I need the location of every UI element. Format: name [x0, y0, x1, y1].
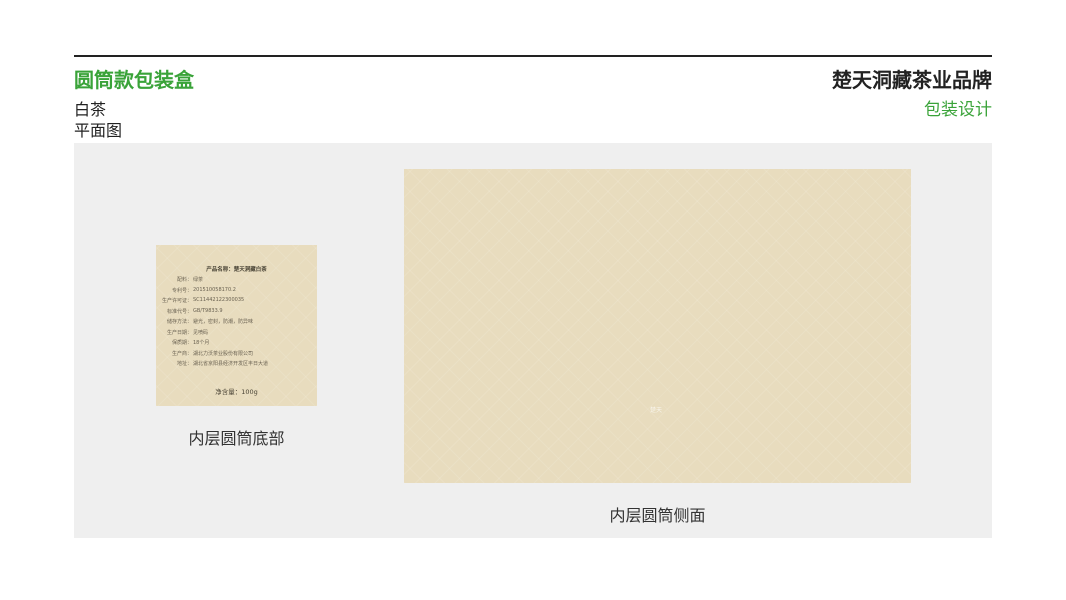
inner-tube-bottom-panel: 产品名称：楚天洞藏白茶 配料： 绿茶 专利号： 201510058170.2 生…: [156, 245, 317, 406]
spec-row: 专利号： 201510058170.2: [171, 286, 236, 294]
page-title: 圆筒款包装盒: [74, 68, 194, 92]
brand-title: 楚天洞藏茶业品牌: [832, 68, 992, 92]
caption-inner-tube-side: 内层圆筒侧面: [609, 506, 706, 525]
net-content: 净含量：100g: [215, 388, 258, 396]
spec-row: 生产日期： 见喷码: [166, 329, 209, 336]
spec-row: 地址： 湖北省京阳县经济开发区丰日大道: [176, 361, 269, 367]
caption-inner-tube-bottom: 内层圆筒底部: [188, 429, 285, 448]
spec-row: 标准代号： GB/T9833.9: [166, 307, 223, 315]
spec-row: 保质期： 18个月: [171, 340, 210, 346]
brand-subtitle: 包装设计: [924, 100, 992, 120]
artboard: 产品名称：楚天洞藏白茶 配料： 绿茶 专利号： 201510058170.2 生…: [74, 143, 992, 538]
spec-row: 生产许可证： SC11442122300035: [161, 297, 245, 304]
subtitle-view: 平面图: [74, 121, 123, 140]
top-rule: [74, 55, 992, 57]
spec-row: 储存方法： 避光，密封，防潮，防异味: [166, 319, 254, 325]
spec-row: 配料： 绿茶: [176, 277, 204, 283]
spec-block: 产品名称：楚天洞藏白茶 配料： 绿茶 专利号： 201510058170.2 生…: [156, 245, 317, 406]
inner-tube-side-panel: 楚天: [404, 169, 911, 483]
spec-product-name: 产品名称：楚天洞藏白茶: [206, 267, 267, 273]
spec-row: 生产商： 湖北力沃茶业股份有限公司: [171, 350, 254, 357]
side-panel-mark: 楚天: [650, 407, 663, 414]
